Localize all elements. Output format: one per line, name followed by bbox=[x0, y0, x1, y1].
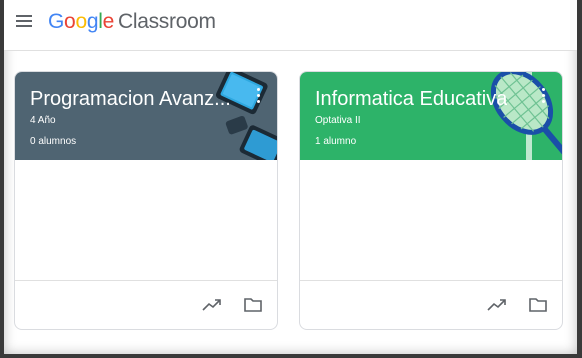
course-card-header[interactable]: Informatica Educativa Optativa II 1 alum… bbox=[300, 72, 562, 160]
course-card-header[interactable]: Programacion Avanz... 4 Año 0 alumnos bbox=[15, 72, 277, 160]
course-card-footer bbox=[300, 280, 562, 329]
more-options-icon[interactable] bbox=[255, 86, 261, 106]
app-logo[interactable]: Google Classroom bbox=[48, 10, 216, 34]
app-bar: Google Classroom bbox=[4, 0, 577, 51]
course-card-informatica[interactable]: Informatica Educativa Optativa II 1 alum… bbox=[299, 71, 563, 330]
product-name: Classroom bbox=[117, 10, 216, 33]
folder-icon[interactable] bbox=[243, 297, 263, 313]
course-section: Optativa II bbox=[315, 115, 361, 126]
logo-letter: o bbox=[64, 10, 76, 33]
logo-letter: g bbox=[86, 10, 99, 33]
folder-icon[interactable] bbox=[528, 297, 548, 313]
course-student-count: 1 alumno bbox=[315, 136, 357, 147]
course-card-programacion[interactable]: Programacion Avanz... 4 Año 0 alumnos bbox=[14, 71, 278, 330]
course-title[interactable]: Programacion Avanz... bbox=[30, 88, 231, 111]
logo-letter: G bbox=[48, 10, 65, 33]
trending-up-icon[interactable] bbox=[202, 297, 222, 313]
hamburger-menu-icon[interactable] bbox=[16, 15, 34, 29]
course-title[interactable]: Informatica Educativa bbox=[315, 88, 507, 111]
more-options-icon[interactable] bbox=[540, 86, 546, 106]
trending-up-icon[interactable] bbox=[487, 297, 507, 313]
logo-letter: o bbox=[75, 10, 87, 33]
logo-letter: e bbox=[102, 10, 115, 33]
course-student-count: 0 alumnos bbox=[30, 136, 77, 147]
course-card-footer bbox=[15, 280, 277, 329]
course-section: 4 Año bbox=[30, 115, 56, 126]
